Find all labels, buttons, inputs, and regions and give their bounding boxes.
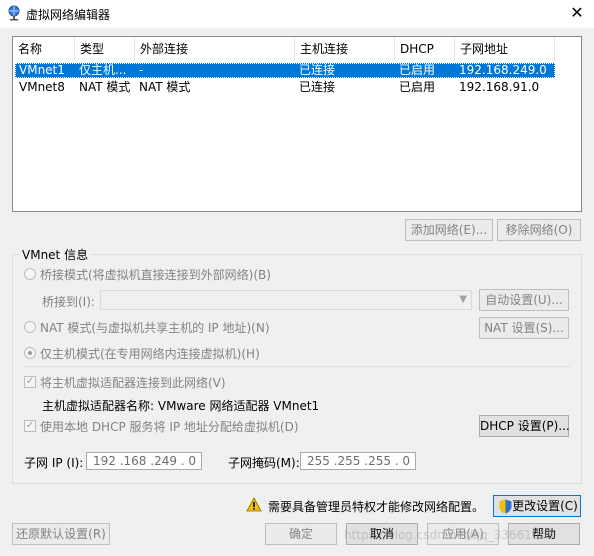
subnet-ip-input[interactable]: 192 .168 .249 . 0: [86, 452, 202, 470]
cell-external: -: [139, 63, 144, 77]
cell-name: VMnet1: [19, 63, 65, 77]
remove-network-button[interactable]: 移除网络(O): [497, 219, 581, 241]
change-settings-label: 更改设置(C): [512, 499, 578, 513]
chevron-down-icon: ▼: [459, 294, 467, 305]
watermark: https://blog.csdn.net/qq_33661065: [344, 528, 555, 542]
bridge-to-select[interactable]: ▼: [100, 290, 472, 310]
change-settings-button[interactable]: 更改设置(C): [493, 495, 581, 517]
auto-settings-button[interactable]: 自动设置(U)...: [479, 289, 569, 311]
host-only-radio[interactable]: [24, 347, 36, 359]
window-title: 虚拟网络编辑器: [26, 8, 111, 22]
subnet-mask-label: 子网掩码(M):: [228, 456, 300, 470]
add-network-button[interactable]: 添加网络(E)...: [405, 219, 493, 241]
table-row[interactable]: VMnet1 仅主机... - 已连接 已启用 192.168.249.0: [15, 63, 555, 78]
cell-external: NAT 模式: [139, 80, 191, 94]
network-list[interactable]: 名称 类型 外部连接 主机连接 DHCP 子网地址 VMnet1 仅主机... …: [12, 36, 582, 212]
use-dhcp-label: 使用本地 DHCP 服务将 IP 地址分配给虚拟机(D): [40, 420, 299, 434]
close-button[interactable]: ✕: [566, 3, 588, 23]
cell-host: 已连接: [299, 80, 336, 94]
column-header-name[interactable]: 名称: [13, 37, 75, 61]
table-row[interactable]: VMnet8 NAT 模式 NAT 模式 已连接 已启用 192.168.91.…: [15, 80, 555, 95]
subnet-ip-label: 子网 IP (I):: [24, 456, 84, 470]
cell-dhcp: 已启用: [399, 80, 436, 94]
nat-mode-label: NAT 模式(与虚拟机共享主机的 IP 地址)(N): [40, 321, 270, 335]
cell-name: VMnet8: [19, 80, 65, 94]
column-header-host[interactable]: 主机连接: [295, 37, 395, 61]
cell-dhcp: 已启用: [399, 63, 436, 77]
admin-notice-text: 需要具备管理员特权才能修改网络配置。: [268, 500, 485, 514]
cell-subnet: 192.168.249.0: [459, 63, 547, 77]
subnet-mask-input[interactable]: 255 .255 .255 . 0: [300, 452, 416, 470]
cell-subnet: 192.168.91.0: [459, 80, 540, 94]
warning-icon: [246, 497, 262, 512]
column-header-subnet[interactable]: 子网地址: [455, 37, 555, 61]
nat-settings-button[interactable]: NAT 设置(S)...: [479, 317, 569, 339]
bridge-mode-label: 桥接模式(将虚拟机直接连接到外部网络)(B): [40, 268, 271, 282]
separator: [24, 366, 570, 367]
column-header-dhcp[interactable]: DHCP: [395, 37, 455, 61]
cell-type: NAT 模式: [79, 80, 131, 94]
network-globe-icon: [8, 5, 20, 21]
cell-host: 已连接: [299, 63, 336, 77]
restore-defaults-button[interactable]: 还原默认设置(R): [12, 523, 110, 545]
bridge-to-label: 桥接到(I):: [42, 295, 95, 309]
nat-mode-radio[interactable]: [24, 321, 36, 333]
column-header-external[interactable]: 外部连接: [135, 37, 295, 61]
shield-icon: [499, 499, 512, 514]
use-dhcp-checkbox[interactable]: ✓: [24, 420, 36, 432]
host-only-label: 仅主机模式(在专用网络内连接虚拟机)(H): [40, 347, 260, 361]
cell-type: 仅主机...: [79, 63, 127, 77]
ok-button[interactable]: 确定: [265, 523, 337, 545]
connect-adapter-checkbox[interactable]: ✓: [24, 376, 36, 388]
vmnet-info-title: VMnet 信息: [20, 246, 91, 263]
connect-adapter-label: 将主机虚拟适配器连接到此网络(V): [40, 376, 226, 390]
dhcp-settings-button[interactable]: DHCP 设置(P)...: [479, 415, 570, 437]
bridge-mode-radio[interactable]: [24, 268, 36, 280]
column-header-type[interactable]: 类型: [75, 37, 135, 61]
adapter-name-label: 主机虚拟适配器名称: VMware 网络适配器 VMnet1: [42, 399, 320, 413]
